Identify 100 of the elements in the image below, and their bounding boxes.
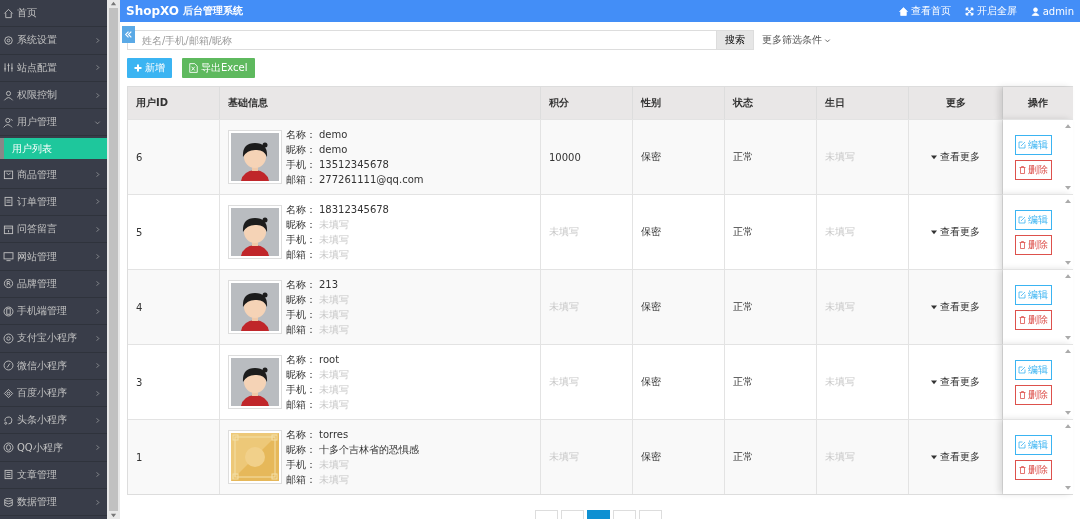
scroll-up-icon[interactable] bbox=[1065, 199, 1071, 204]
field-value: 213 bbox=[319, 277, 339, 292]
column-header: 积分 bbox=[549, 96, 569, 110]
collapse-button[interactable] bbox=[122, 26, 135, 43]
chevron-right-icon bbox=[94, 362, 101, 370]
scroll-down-icon[interactable] bbox=[1065, 335, 1071, 340]
delete-button[interactable]: 删除 bbox=[1014, 384, 1052, 405]
plus-icon bbox=[134, 64, 142, 72]
chevron-down-icon bbox=[824, 36, 831, 44]
phone-icon bbox=[3, 305, 14, 317]
field-value: demo bbox=[319, 127, 348, 142]
table-cell: 正常 bbox=[733, 300, 753, 314]
diamond-icon bbox=[3, 387, 14, 399]
scroll-down-icon[interactable] bbox=[1065, 410, 1071, 415]
field-label: 昵称： bbox=[286, 142, 316, 157]
column-header: 基础信息 bbox=[228, 96, 268, 110]
field-label: 手机： bbox=[286, 232, 316, 247]
document-icon bbox=[3, 196, 14, 208]
scroll-up-icon[interactable] bbox=[1065, 124, 1071, 129]
field-label: 邮箱： bbox=[286, 247, 316, 262]
bag-icon bbox=[3, 169, 14, 181]
more-link[interactable]: 查看更多 bbox=[931, 375, 980, 389]
chevron-right-icon bbox=[94, 36, 101, 44]
more-link[interactable]: 查看更多 bbox=[931, 150, 980, 164]
table-cell: 保密 bbox=[641, 300, 661, 314]
pencil-icon bbox=[1018, 440, 1026, 449]
loop-icon bbox=[3, 414, 14, 426]
table-cell: 正常 bbox=[733, 150, 753, 164]
field-label: 昵称： bbox=[286, 292, 316, 307]
table-cell: 保密 bbox=[641, 450, 661, 464]
field-value: torres bbox=[319, 427, 349, 442]
more-link[interactable]: 查看更多 bbox=[931, 300, 980, 314]
field-label: 昵称： bbox=[286, 367, 316, 382]
trash-icon bbox=[1018, 465, 1026, 474]
table-cell: 6 bbox=[136, 151, 143, 163]
caret-icon bbox=[931, 454, 937, 460]
scroll-down-icon[interactable] bbox=[1065, 185, 1071, 190]
trash-icon bbox=[1018, 390, 1026, 399]
delete-button[interactable]: 删除 bbox=[1014, 309, 1052, 330]
field-value: demo bbox=[319, 142, 348, 157]
pencil-icon bbox=[1018, 365, 1026, 374]
chevron-right-icon bbox=[94, 64, 101, 72]
spreadsheet-icon bbox=[189, 63, 198, 73]
house-icon bbox=[3, 7, 14, 19]
chevron-right-icon bbox=[94, 198, 101, 206]
caret-icon bbox=[931, 379, 937, 385]
chevron-right-icon bbox=[94, 91, 101, 99]
scroll-down-icon[interactable] bbox=[1065, 260, 1071, 265]
brand-subtitle: 后台管理系统 bbox=[183, 4, 244, 18]
column-header: 更多 bbox=[945, 96, 966, 110]
field-label: 手机： bbox=[286, 382, 316, 397]
table-cell: 5 bbox=[136, 226, 143, 238]
chevron-right-icon bbox=[94, 471, 101, 479]
trash-icon bbox=[1018, 165, 1026, 174]
scroll-up-icon[interactable] bbox=[1065, 274, 1071, 279]
search-button[interactable]: 搜索 bbox=[717, 30, 754, 50]
table-cell: 正常 bbox=[733, 450, 753, 464]
house-icon bbox=[898, 6, 908, 16]
chevron-right-icon bbox=[94, 280, 101, 288]
chevron-right-icon bbox=[94, 444, 101, 452]
delete-button[interactable]: 删除 bbox=[1014, 159, 1052, 180]
scroll-up-icon[interactable] bbox=[1065, 424, 1071, 429]
filter-link[interactable]: 更多筛选条件 bbox=[762, 33, 831, 47]
more-link[interactable]: 查看更多 bbox=[931, 450, 980, 464]
double-chevron-icon bbox=[124, 30, 133, 39]
monitor-icon bbox=[3, 251, 14, 262]
chevron-right-icon bbox=[94, 334, 101, 342]
delete-button[interactable]: 删除 bbox=[1014, 234, 1052, 255]
field-value: 18312345678 bbox=[319, 202, 389, 217]
database-icon bbox=[3, 496, 14, 508]
scroll-up-icon[interactable] bbox=[1065, 349, 1071, 354]
table-cell: 保密 bbox=[641, 150, 661, 164]
column-header: 性别 bbox=[641, 96, 661, 110]
circle-icon bbox=[3, 332, 14, 344]
note-icon bbox=[3, 223, 14, 235]
chevron-right-icon bbox=[94, 389, 101, 397]
expand-icon bbox=[964, 6, 974, 16]
field-label: 昵称： bbox=[286, 442, 316, 457]
chevron-down-icon bbox=[94, 118, 101, 126]
scrollbar-thumb[interactable] bbox=[109, 8, 118, 511]
field-label: 手机： bbox=[286, 307, 316, 322]
scroll-down-icon[interactable] bbox=[1065, 485, 1071, 490]
chevron-right-icon bbox=[94, 498, 101, 506]
table-cell: 3 bbox=[136, 376, 143, 388]
pencil-icon bbox=[1018, 140, 1026, 149]
people-icon bbox=[3, 116, 14, 128]
search-field[interactable]: 姓名/手机/邮箱/昵称 bbox=[127, 30, 717, 50]
field-label: 邮箱： bbox=[286, 397, 316, 412]
gear-icon bbox=[3, 34, 14, 46]
more-link[interactable]: 查看更多 bbox=[931, 225, 980, 239]
trash-icon bbox=[1018, 240, 1026, 249]
table-cell: 4 bbox=[136, 301, 143, 313]
table-cell: 保密 bbox=[641, 375, 661, 389]
pencil-icon bbox=[1018, 215, 1026, 224]
sliders-icon bbox=[3, 62, 14, 74]
trash-icon bbox=[1018, 315, 1026, 324]
delete-button[interactable]: 删除 bbox=[1014, 459, 1052, 480]
field-value: 277261111@qq.com bbox=[319, 172, 424, 187]
field-value: 十多个吉林省的恐惧感 bbox=[319, 442, 419, 457]
circle-icon bbox=[3, 360, 14, 372]
